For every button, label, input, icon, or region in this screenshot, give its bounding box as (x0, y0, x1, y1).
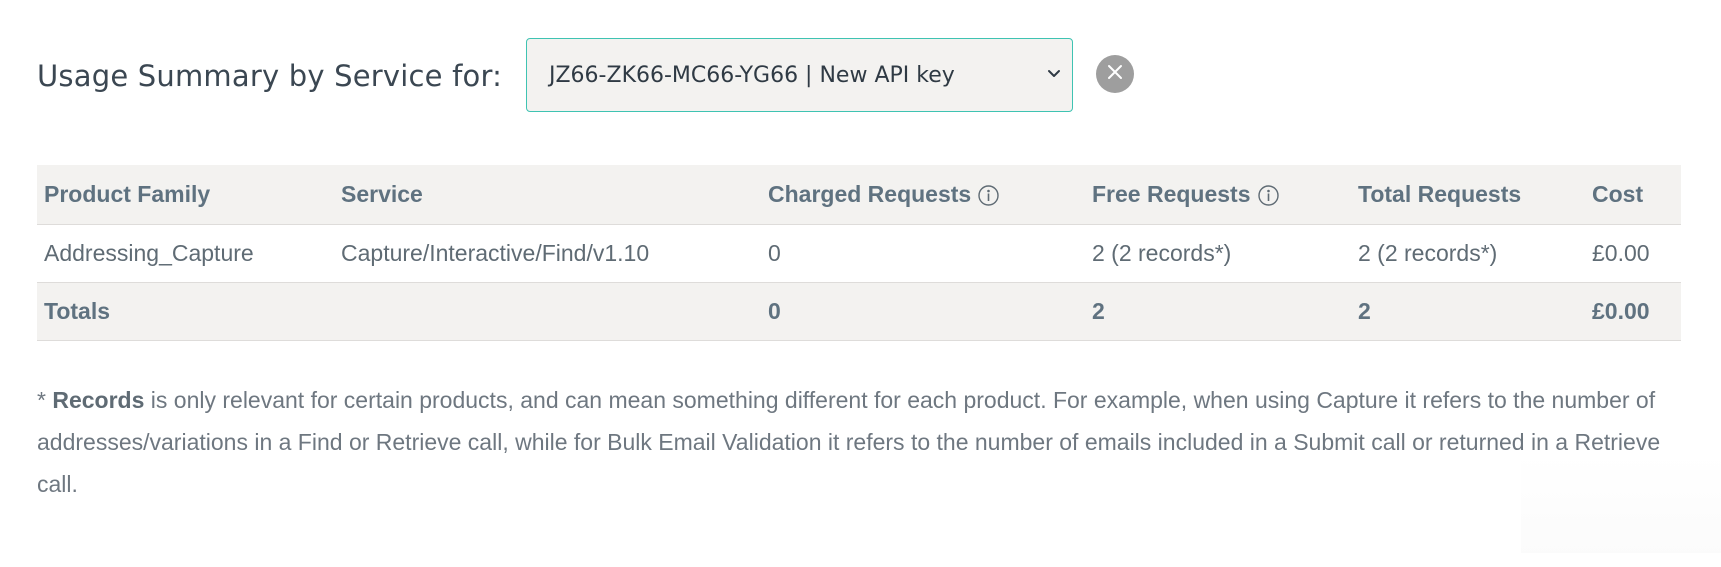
totals-free-requests: 2 (1092, 297, 1105, 324)
info-icon[interactable] (1257, 185, 1279, 206)
column-header-product-family: Product Family (37, 165, 334, 225)
usage-summary-header: Usage Summary by Service for: (37, 38, 502, 114)
totals-row: Totals 0 2 2 £0.00 (37, 282, 1681, 340)
api-key-select-value: JZ66-ZK66-MC66-YG66 | New API key (549, 62, 955, 88)
footnote-text: is only relevant for certain products, a… (37, 387, 1661, 497)
column-header-total-requests: Total Requests (1351, 165, 1585, 225)
api-key-select[interactable]: JZ66-ZK66-MC66-YG66 | New API key (526, 38, 1073, 112)
cell-service: Capture/Interactive/Find/v1.10 (341, 239, 650, 266)
records-footnote: * Records is only relevant for certain p… (37, 379, 1677, 505)
chevron-down-icon (1046, 65, 1062, 81)
cell-total-requests: 2 (2 records*) (1358, 239, 1498, 266)
close-icon (1105, 62, 1125, 87)
cell-cost: £0.00 (1592, 239, 1650, 266)
column-header-cost: Cost (1585, 165, 1681, 225)
cell-charged-requests: 0 (768, 239, 781, 266)
column-header-free-requests: Free Requests (1085, 165, 1351, 225)
footnote-bold-term: Records (52, 387, 145, 413)
page-title: Usage Summary by Service for: (37, 59, 503, 93)
column-header-service: Service (334, 165, 761, 225)
cell-product-family: Addressing_Capture (44, 239, 254, 266)
totals-service-empty (334, 282, 761, 340)
table-header-row: Product Family Service Charged Requests (37, 165, 1681, 225)
footnote-prefix: * (37, 387, 53, 413)
column-header-charged-requests: Charged Requests (761, 165, 1085, 225)
totals-label: Totals (44, 297, 111, 324)
cell-free-requests: 2 (2 records*) (1092, 239, 1232, 266)
usage-table: Product Family Service Charged Requests (37, 165, 1681, 341)
totals-charged-requests: 0 (768, 297, 781, 324)
clear-selection-button[interactable] (1096, 55, 1134, 93)
totals-cost: £0.00 (1592, 297, 1650, 324)
table-row: Addressing_Capture Capture/Interactive/F… (37, 224, 1681, 282)
totals-total-requests: 2 (1358, 297, 1371, 324)
info-icon[interactable] (978, 185, 999, 206)
